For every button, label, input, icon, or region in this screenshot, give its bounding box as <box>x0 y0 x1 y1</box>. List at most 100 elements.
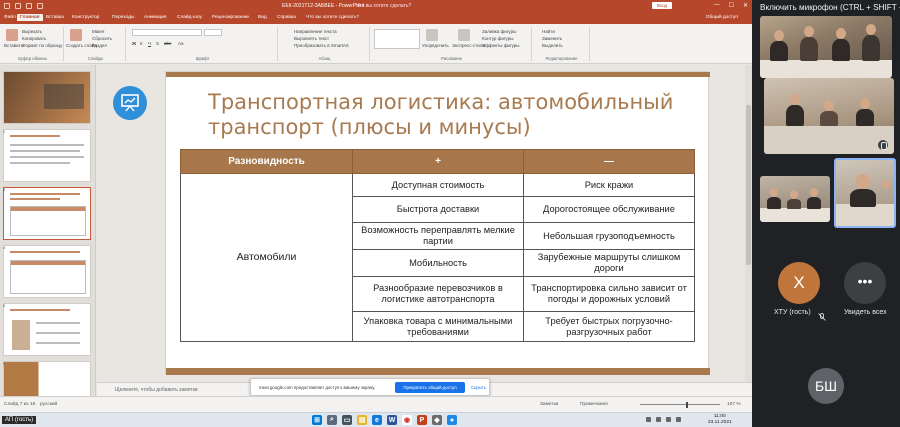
shadow-button[interactable]: S <box>156 41 159 46</box>
zoom-slider-handle[interactable] <box>686 402 688 408</box>
language-indicator[interactable]: русский <box>40 402 57 407</box>
file-explorer-icon[interactable]: ▤ <box>357 415 367 425</box>
tab-home[interactable]: Главная <box>17 14 43 21</box>
zoom-slider[interactable] <box>640 404 720 405</box>
shapes-gallery[interactable] <box>374 29 420 49</box>
slide[interactable]: Транспортная логистика: автомобильный тр… <box>165 71 710 375</box>
slide-thumbnail[interactable]: 1 <box>3 71 91 124</box>
slide-title[interactable]: Транспортная логистика: автомобильный тр… <box>208 90 678 140</box>
word-icon[interactable]: W <box>387 415 397 425</box>
share-button[interactable]: Общий доступ <box>706 15 738 20</box>
text-direction-button[interactable]: Направление текста <box>294 29 337 34</box>
app-icon[interactable]: ◆ <box>432 415 442 425</box>
hide-banner-link[interactable]: Скрыть <box>471 385 486 390</box>
section-button[interactable]: Раздел <box>92 43 107 48</box>
tell-me-search[interactable]: Что вы хотите сделать? <box>356 3 411 9</box>
select-button[interactable]: Выделить <box>542 43 563 48</box>
replace-button[interactable]: Заменить <box>542 36 562 41</box>
shape-fill-button[interactable]: Заливка фигуры <box>482 29 516 34</box>
layout-button[interactable]: Макет <box>92 29 105 34</box>
tab-slideshow[interactable]: Слайд-шоу <box>177 15 202 20</box>
maximize-button[interactable]: ☐ <box>729 2 734 9</box>
column-header-minus: — <box>523 149 695 174</box>
shape-effects-button[interactable]: Эффекты фигуры <box>482 43 520 48</box>
undo-icon[interactable] <box>15 3 21 9</box>
tray-chevron-icon[interactable] <box>646 417 651 422</box>
volume-icon[interactable] <box>666 417 671 422</box>
slide-thumbnail-pane[interactable]: 1 2 3 4 5 6 <box>0 65 96 402</box>
status-bar: Слайд 7 из 16 русский Заметки Примечания… <box>0 396 752 412</box>
edge-icon[interactable]: e <box>372 415 382 425</box>
tab-view[interactable]: Вид <box>258 15 267 20</box>
cut-button[interactable]: Вырезать <box>22 29 42 34</box>
sign-in-button[interactable]: Вход <box>652 2 673 9</box>
format-painter-button[interactable]: Формат по образцу <box>22 43 62 48</box>
participant-video-tile[interactable] <box>760 176 830 222</box>
quick-styles-icon[interactable] <box>458 29 470 41</box>
slide-thumbnail[interactable]: 5 <box>3 303 91 356</box>
strikethrough-button[interactable]: abc <box>164 41 171 46</box>
quick-styles-button[interactable]: Экспресс-стили <box>452 43 485 48</box>
app-icon[interactable]: ● <box>447 415 457 425</box>
present-from-start-icon[interactable] <box>37 3 43 9</box>
paste-button[interactable]: Вставить <box>4 43 23 48</box>
minimize-button[interactable]: — <box>714 2 720 9</box>
find-button[interactable]: Найти <box>542 29 555 34</box>
tab-insert[interactable]: Вставка <box>46 15 64 20</box>
comments-button[interactable]: Примечания <box>580 402 608 407</box>
save-icon[interactable] <box>4 3 10 9</box>
tab-file[interactable]: Файл <box>4 15 16 20</box>
search-icon[interactable]: ⌕ <box>327 415 337 425</box>
tab-transitions[interactable]: Переходы <box>112 15 135 20</box>
change-case-button[interactable]: Aa <box>178 41 184 46</box>
tab-animations[interactable]: Анимация <box>144 15 167 20</box>
network-icon[interactable] <box>656 417 661 422</box>
tab-design[interactable]: Конструктор <box>72 15 99 20</box>
scrollbar-thumb[interactable] <box>746 105 751 265</box>
copy-button[interactable]: Копировать <box>22 36 46 41</box>
battery-icon[interactable] <box>676 417 681 422</box>
task-view-icon[interactable]: ▭ <box>342 415 352 425</box>
font-size-combo[interactable] <box>204 29 222 36</box>
font-name-combo[interactable] <box>132 29 202 36</box>
italic-button[interactable]: К <box>140 41 143 46</box>
active-speaker-video-tile[interactable] <box>834 158 896 228</box>
bold-button[interactable]: Ж <box>132 41 136 46</box>
convert-smartart-button[interactable]: Преобразовать в SmartArt <box>294 43 349 48</box>
unmute-hint[interactable]: Включить микрофон (CTRL + SHIFT + M) <box>760 3 900 12</box>
slide-thumbnail-selected[interactable]: 3 <box>3 187 91 240</box>
slide-thumbnail[interactable]: 4 <box>3 245 91 298</box>
close-button[interactable]: ✕ <box>743 2 748 9</box>
participant-video-tile[interactable] <box>764 78 894 154</box>
more-participants-button[interactable]: ••• <box>844 262 886 304</box>
notes-toggle-button[interactable]: Заметки <box>540 402 558 407</box>
slide-thumbnail[interactable]: 6 <box>3 361 91 399</box>
stop-sharing-button[interactable]: Прекратить общий доступ <box>395 382 465 393</box>
new-slide-icon[interactable] <box>70 29 82 41</box>
tab-tell-me[interactable]: Что вы хотите сделать? <box>306 15 359 20</box>
windows-start-icon[interactable]: ⊞ <box>312 415 322 425</box>
vertical-scrollbar[interactable] <box>745 65 752 382</box>
table-header-row: Разновидность + — <box>180 149 695 174</box>
participant-avatar[interactable]: Х <box>778 262 820 304</box>
slide-thumbnail[interactable]: 2 <box>3 129 91 182</box>
reset-button[interactable]: Сбросить <box>92 36 112 41</box>
pros-cons-table[interactable]: Разновидность + — Автомобили Доступная с… <box>180 149 695 342</box>
category-cell: Автомобили <box>180 173 353 342</box>
participant-video-tile[interactable] <box>760 16 892 78</box>
arrange-icon[interactable] <box>426 29 438 41</box>
redo-icon[interactable] <box>26 3 32 9</box>
paste-icon[interactable] <box>6 29 18 41</box>
underline-button[interactable]: Ч <box>148 41 151 46</box>
tab-review[interactable]: Рецензирование <box>212 15 249 20</box>
align-text-button[interactable]: Выровнять текст <box>294 36 329 41</box>
tab-help[interactable]: Справка <box>277 15 296 20</box>
powerpoint-icon[interactable]: P <box>417 415 427 425</box>
participant-name: ХТУ (гость) <box>774 309 811 316</box>
shape-outline-button[interactable]: Контур фигуры <box>482 36 513 41</box>
arrange-button[interactable]: Упорядочить <box>422 43 449 48</box>
zoom-level[interactable]: 107 % <box>727 402 741 407</box>
self-avatar[interactable]: БШ <box>808 368 844 404</box>
chrome-icon[interactable]: ◉ <box>402 415 412 425</box>
taskbar-clock[interactable]: 11:00 23.11.2021 <box>708 414 732 426</box>
